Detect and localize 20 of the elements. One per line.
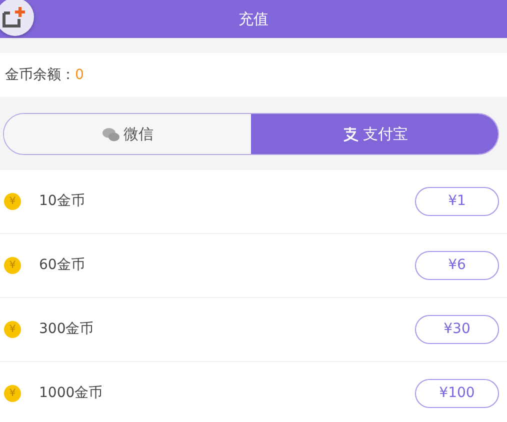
coin-icon: ¥ bbox=[4, 385, 21, 402]
price-button[interactable]: ¥1 bbox=[415, 187, 499, 216]
chat-bubbles-icon bbox=[102, 126, 120, 142]
package-name: 10金币 bbox=[39, 192, 85, 211]
payment-tab[interactable]: 支付宝 bbox=[251, 114, 498, 154]
coin-icon: ¥ bbox=[4, 193, 21, 210]
package-name: 300金币 bbox=[39, 320, 94, 339]
price-button[interactable]: ¥30 bbox=[415, 315, 499, 344]
floating-button[interactable] bbox=[0, 0, 34, 36]
package-name: 1000金币 bbox=[39, 384, 103, 403]
balance-value: 0 bbox=[75, 66, 84, 84]
balance-label: 金币余额： bbox=[5, 66, 75, 84]
coin-icon: ¥ bbox=[4, 321, 21, 338]
price-button[interactable]: ¥6 bbox=[415, 251, 499, 280]
box-plus-icon bbox=[2, 5, 28, 29]
package-name: 60金币 bbox=[39, 256, 85, 275]
coin-icon: ¥ bbox=[4, 257, 21, 274]
alipay-icon bbox=[341, 126, 359, 142]
price-button[interactable]: ¥100 bbox=[415, 379, 499, 408]
page-title: 充值 bbox=[238, 8, 268, 30]
